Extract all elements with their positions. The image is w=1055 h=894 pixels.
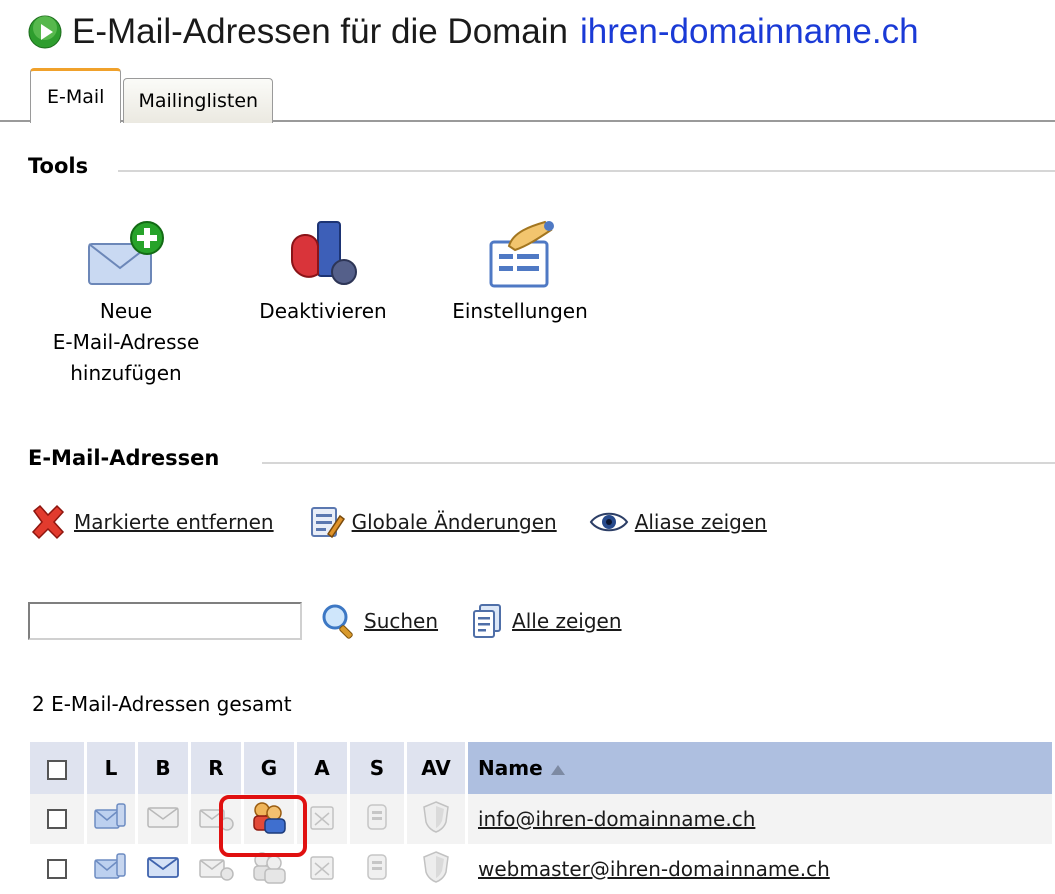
email-address-table: L B R G A S AV Name info@ihren-domainnam… (30, 742, 1055, 894)
document-list-icon (473, 604, 502, 638)
new-email-label-2: E-Mail-Adresse (52, 330, 200, 354)
new-email-label-3: hinzufügen (70, 361, 182, 385)
row-name-cell: info@ihren-domainname.ch (466, 794, 1055, 844)
table-header-row: L B R G A S AV Name (30, 742, 1055, 794)
new-email-label-1: Neue (99, 299, 153, 323)
search-magnifier-icon (322, 604, 353, 639)
column-header-l[interactable]: L (85, 742, 138, 794)
select-all-cell (30, 742, 87, 794)
spam-filter-inactive-icon[interactable] (362, 851, 392, 883)
row-checkbox[interactable] (47, 809, 67, 830)
antivirus-shield-inactive-icon[interactable] (421, 850, 451, 884)
search-label: Suchen (364, 609, 439, 633)
addresses-section-rule (262, 462, 1055, 464)
addresses-section-title-text: E-Mail-Adressen (28, 446, 220, 470)
antivirus-cell (405, 794, 468, 844)
eye-icon (589, 512, 628, 532)
table-row: webmaster@ihren-domainname.ch (30, 844, 1055, 894)
email-address-link[interactable]: webmaster@ihren-domainname.ch (478, 857, 830, 881)
envelope-active-icon[interactable] (146, 854, 180, 880)
row-select-cell (30, 794, 87, 844)
sort-ascending-icon (550, 764, 565, 775)
new-email-address-button[interactable]: Neue E-Mail-Adresse hinzufügen (36, 218, 216, 389)
mail-add-icon (88, 221, 164, 285)
global-changes-label: Globale Änderungen (351, 510, 557, 534)
show-all-label: Alle zeigen (512, 609, 622, 633)
column-header-g[interactable]: G (242, 742, 297, 794)
group-icon-highlight (219, 795, 307, 857)
column-header-r[interactable]: R (189, 742, 244, 794)
column-header-av[interactable]: AV (405, 742, 468, 794)
show-aliases-link[interactable]: Aliase zeigen (589, 507, 767, 537)
search-bar: Suchen Alle zeigen (28, 602, 654, 640)
tools-section-title: Tools (28, 150, 88, 182)
remove-marked-link[interactable]: Markierte entfernen (28, 502, 274, 542)
tab-email-label: E-Mail (47, 86, 105, 108)
login-cell (85, 844, 138, 894)
tools-section-rule (118, 170, 1055, 172)
column-header-s[interactable]: S (348, 742, 407, 794)
tools-section-title-text: Tools (28, 154, 89, 178)
delete-x-icon (31, 504, 65, 540)
autoresponder-inactive-icon[interactable] (306, 851, 338, 883)
row-checkbox[interactable] (47, 859, 67, 880)
settings-label: Einstellungen (452, 299, 588, 323)
login-cell (85, 794, 138, 844)
show-all-link[interactable]: Alle zeigen (470, 602, 622, 640)
antivirus-shield-inactive-icon[interactable] (421, 800, 451, 834)
tab-mailinglists-label: Mailinglisten (138, 90, 259, 112)
column-header-b[interactable]: B (136, 742, 191, 794)
email-address-link[interactable]: info@ihren-domainname.ch (478, 807, 755, 831)
column-header-a[interactable]: A (295, 742, 350, 794)
tab-email[interactable]: E-Mail (30, 68, 122, 123)
global-changes-link[interactable]: Globale Änderungen (306, 502, 557, 542)
tab-mailinglists[interactable]: Mailinglisten (123, 78, 274, 123)
mailbox-login-icon[interactable] (93, 802, 129, 832)
column-header-name-label: Name (478, 756, 543, 780)
page-title-text: E-Mail-Adressen für die Domain (72, 12, 569, 51)
mailbox-cell (136, 844, 191, 894)
page-title: E-Mail-Adressen für die Domain ihren-dom… (28, 6, 919, 58)
global-edit-icon (310, 507, 345, 539)
spam-cell (348, 844, 407, 894)
settings-button[interactable]: Einstellungen (436, 218, 604, 327)
deactivate-button[interactable]: Deaktivieren (246, 218, 400, 327)
mailbox-login-icon[interactable] (93, 852, 129, 882)
search-link[interactable]: Suchen (320, 602, 438, 640)
row-select-cell (30, 844, 87, 894)
select-all-checkbox[interactable] (47, 759, 67, 780)
settings-icon (489, 220, 554, 288)
spam-cell (348, 794, 407, 844)
mailbox-cell (136, 794, 191, 844)
addresses-section-title: E-Mail-Adressen (28, 442, 219, 474)
deactivate-icon (291, 221, 357, 285)
column-header-name[interactable]: Name (466, 742, 1055, 794)
tab-bar: E-Mail Mailinglisten (30, 68, 274, 123)
table-row: info@ihren-domainname.ch (30, 794, 1055, 844)
spam-filter-inactive-icon[interactable] (362, 801, 392, 833)
show-aliases-label: Aliase zeigen (634, 510, 767, 534)
domain-name: ihren-domainname.ch (580, 12, 919, 51)
remove-marked-label: Markierte entfernen (74, 510, 274, 534)
address-actions: Markierte entfernen Globale Änderungen A… (28, 502, 799, 542)
autoresponder-inactive-icon[interactable] (306, 801, 338, 833)
antivirus-cell (405, 844, 468, 894)
go-arrow-icon (28, 15, 62, 49)
search-input[interactable] (28, 602, 302, 640)
envelope-inactive-icon[interactable] (146, 804, 180, 830)
deactivate-label: Deaktivieren (259, 299, 387, 323)
address-count: 2 E-Mail-Adressen gesamt (32, 692, 292, 716)
row-name-cell: webmaster@ihren-domainname.ch (466, 844, 1055, 894)
